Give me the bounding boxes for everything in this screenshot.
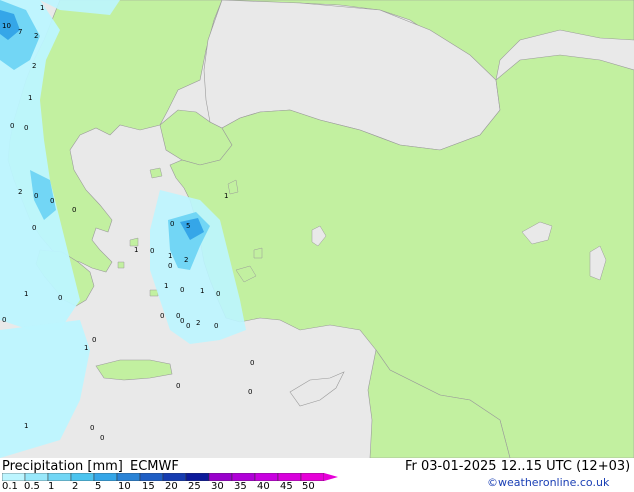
copyright-link[interactable]: ©weatheronline.co.uk <box>487 476 609 489</box>
precip-value: 0 <box>50 197 54 205</box>
precip-value: 1 <box>200 287 204 295</box>
legend-tick: 20 <box>165 481 178 492</box>
precip-value: 0 <box>34 192 38 200</box>
precip-value: 0 <box>160 312 164 320</box>
precip-value: 0 <box>32 224 36 232</box>
precip-value: 0 <box>216 290 220 298</box>
precipitation-map: 107 21210 02 000011 0501 2011 000 000 2 0011 00000… <box>0 0 634 458</box>
legend-swatch <box>254 473 279 481</box>
precip-value: 1 <box>134 246 138 254</box>
precip-value: 1 <box>224 192 228 200</box>
precip-value: 0 <box>180 317 184 325</box>
precip-value: 0 <box>92 336 96 344</box>
legend-swatch <box>185 473 210 481</box>
legend-tick: 1 <box>48 481 55 492</box>
precip-value: 0 <box>58 294 62 302</box>
legend-tick: 40 <box>257 481 270 492</box>
precip-value: 0 <box>90 424 94 432</box>
legend-swatch <box>208 473 233 481</box>
valid-time-label: Fr 03-01-2025 12..15 UTC (12+03) <box>405 459 631 474</box>
legend-tick: 15 <box>142 481 155 492</box>
legend-swatch <box>116 473 141 481</box>
legend-swatch <box>162 473 187 481</box>
precip-value: 0 <box>248 388 252 396</box>
precip-value: 1 <box>164 282 168 290</box>
footer: Precipitation [mm] ECMWF Fr 03-01-2025 1… <box>0 458 634 492</box>
legend-tick: 0.5 <box>24 481 40 492</box>
precip-value: 5 <box>186 222 190 230</box>
legend-tick: 25 <box>188 481 201 492</box>
legend-tick: 0.1 <box>2 481 18 492</box>
legend-tick: 2 <box>72 481 79 492</box>
precip-value: 2 <box>196 319 200 327</box>
legend-swatch <box>300 473 325 481</box>
legend-overflow-arrow <box>324 473 338 481</box>
precip-value: 0 <box>168 262 172 270</box>
precip-value: 0 <box>72 206 76 214</box>
precip-value: 1 <box>24 422 28 430</box>
precip-value: 0 <box>170 220 174 228</box>
legend-tick: 30 <box>211 481 224 492</box>
precip-value: 2 <box>18 188 22 196</box>
precip-value: 0 <box>176 382 180 390</box>
precip-value: 0 <box>2 316 6 324</box>
precip-value: 1 <box>28 94 32 102</box>
precip-value: 0 <box>250 359 254 367</box>
legend-tick: 10 <box>118 481 131 492</box>
legend-tick: 50 <box>302 481 315 492</box>
precip-value: 1 <box>168 252 172 260</box>
precip-value: 2 <box>184 256 188 264</box>
legend-colorbar <box>2 473 338 481</box>
precip-value: 1 <box>84 344 88 352</box>
precip-value: 0 <box>150 247 154 255</box>
legend-tick: 45 <box>280 481 293 492</box>
precip-value: 10 <box>2 22 11 30</box>
precip-value: 1 <box>24 290 28 298</box>
precip-value: 0 <box>186 322 190 330</box>
precip-value: 2 <box>32 62 36 70</box>
legend-tick: 5 <box>95 481 102 492</box>
legend-swatch <box>93 473 118 481</box>
legend-swatch <box>231 473 256 481</box>
precip-value: 0 <box>214 322 218 330</box>
precip-value: 1 <box>40 4 44 12</box>
precip-value: 0 <box>10 122 14 130</box>
legend-swatch <box>2 473 26 481</box>
product-label: Precipitation [mm] <box>2 459 123 474</box>
precip-value: 7 <box>18 28 22 36</box>
precip-value: 0 <box>180 286 184 294</box>
legend-swatch <box>70 473 95 481</box>
legend-swatch <box>277 473 302 481</box>
precip-value: 0 <box>100 434 104 442</box>
legend-tick: 35 <box>234 481 247 492</box>
legend-swatch <box>24 473 49 481</box>
precip-value: 2 <box>34 32 38 40</box>
legend-swatch <box>47 473 72 481</box>
precip-value: 0 <box>24 124 28 132</box>
model-label: ECMWF <box>130 459 179 474</box>
legend-swatch <box>139 473 164 481</box>
